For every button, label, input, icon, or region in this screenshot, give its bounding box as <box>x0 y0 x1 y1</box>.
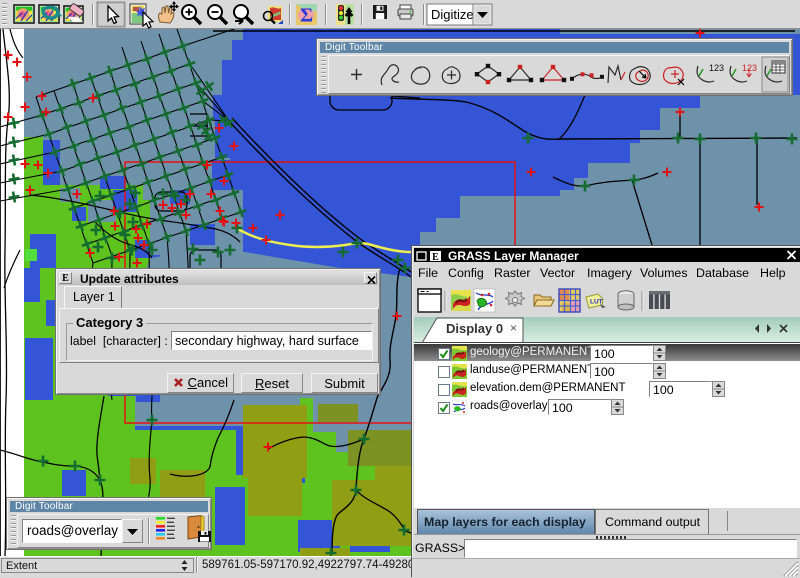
svg-text:123: 123 <box>709 63 724 73</box>
svg-text:Digitize: Digitize <box>431 7 474 22</box>
svg-text:Σ: Σ <box>300 5 313 27</box>
svg-text:E: E <box>432 252 439 262</box>
svg-text:123: 123 <box>742 63 757 73</box>
